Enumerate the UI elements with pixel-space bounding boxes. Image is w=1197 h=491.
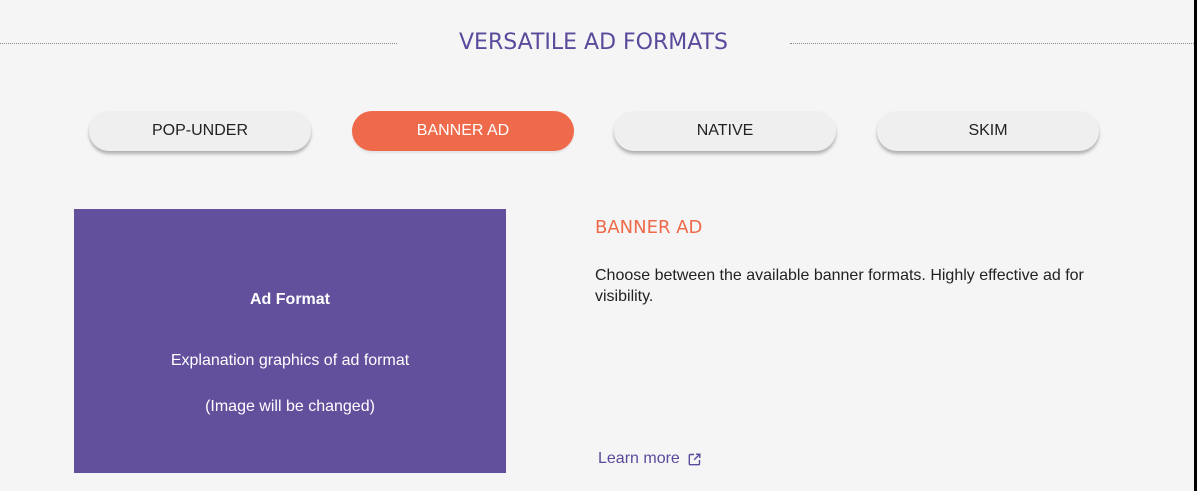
panel-description: Explanation graphics of ad format bbox=[170, 352, 410, 369]
tab-skim[interactable]: SKIM bbox=[877, 111, 1099, 151]
tab-native[interactable]: NATIVE bbox=[614, 111, 836, 151]
external-link-icon bbox=[688, 453, 701, 466]
divider-left bbox=[0, 43, 397, 44]
learn-more-link[interactable]: Learn more bbox=[598, 450, 701, 468]
tab-pop-under[interactable]: POP-UNDER bbox=[89, 111, 311, 151]
panel-title: Ad Format bbox=[250, 291, 330, 308]
tab-banner-ad[interactable]: BANNER AD bbox=[352, 111, 574, 151]
section-title: VERSATILE AD FORMATS bbox=[459, 30, 728, 55]
divider-right bbox=[790, 43, 1194, 44]
detail-description: Choose between the available banner form… bbox=[595, 267, 1084, 305]
detail-title: BANNER AD bbox=[595, 217, 703, 238]
ad-format-image-placeholder: Ad Format Explanation graphics of ad for… bbox=[74, 209, 506, 473]
panel-note: (Image will be changed) bbox=[205, 398, 375, 415]
learn-more-label: Learn more bbox=[598, 450, 680, 467]
